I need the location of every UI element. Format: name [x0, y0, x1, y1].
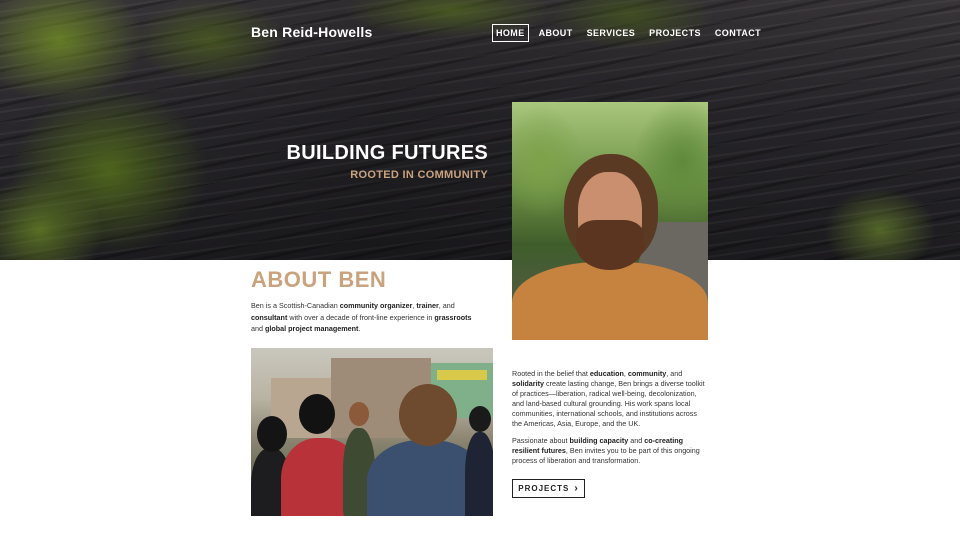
- body-text: , and: [438, 301, 455, 310]
- projects-button[interactable]: PROJECTS ›: [512, 479, 585, 498]
- emphasis-text: community organizer: [339, 301, 413, 310]
- about-intro-text: Ben is a Scottish-Canadian community org…: [251, 300, 483, 335]
- nav-contact[interactable]: CONTACT: [711, 24, 765, 42]
- emphasis-text: building capacity: [569, 436, 629, 446]
- body-text: Rooted in the belief that: [512, 369, 590, 378]
- emphasis-text: education: [589, 369, 624, 378]
- group-photo: [251, 348, 493, 516]
- about-paragraph-2: Passionate about building capacity and c…: [512, 436, 708, 466]
- chevron-right-icon: ›: [574, 482, 579, 494]
- body-text: , and: [666, 369, 683, 378]
- emphasis-text: solidarity: [512, 378, 544, 388]
- nav-projects[interactable]: PROJECTS: [645, 24, 705, 42]
- projects-button-label: PROJECTS: [518, 484, 570, 493]
- body-text: and: [628, 436, 645, 446]
- emphasis-text: global project management: [265, 324, 359, 334]
- emphasis-text: community: [627, 369, 667, 378]
- emphasis-text: trainer: [416, 301, 439, 310]
- nav-services[interactable]: SERVICES: [583, 24, 640, 42]
- about-title: ABOUT BEN: [251, 267, 387, 292]
- hero-subtitle: ROOTED IN COMMUNITY: [350, 169, 488, 181]
- emphasis-text: grassroots: [434, 312, 472, 322]
- body-text: with over a decade of front-line experie…: [287, 312, 435, 322]
- body-text: and: [251, 324, 265, 334]
- main-nav: HOME ABOUT SERVICES PROJECTS CONTACT: [492, 24, 765, 42]
- about-paragraph-1: Rooted in the belief that education, com…: [512, 369, 708, 428]
- hero-banner: [0, 0, 960, 260]
- emphasis-text: consultant: [251, 312, 288, 322]
- site-brand[interactable]: Ben Reid-Howells: [251, 24, 372, 40]
- nav-home[interactable]: HOME: [492, 24, 529, 42]
- body-text: .: [358, 324, 361, 334]
- body-text: Passionate about: [512, 436, 570, 446]
- body-text: Ben is a Scottish-Canadian: [251, 301, 340, 310]
- hero-title: BUILDING FUTURES: [286, 142, 488, 164]
- about-body: Rooted in the belief that education, com…: [512, 369, 708, 466]
- hero-background-image: [0, 0, 960, 260]
- nav-about[interactable]: ABOUT: [535, 24, 577, 42]
- portrait-photo: [512, 102, 708, 340]
